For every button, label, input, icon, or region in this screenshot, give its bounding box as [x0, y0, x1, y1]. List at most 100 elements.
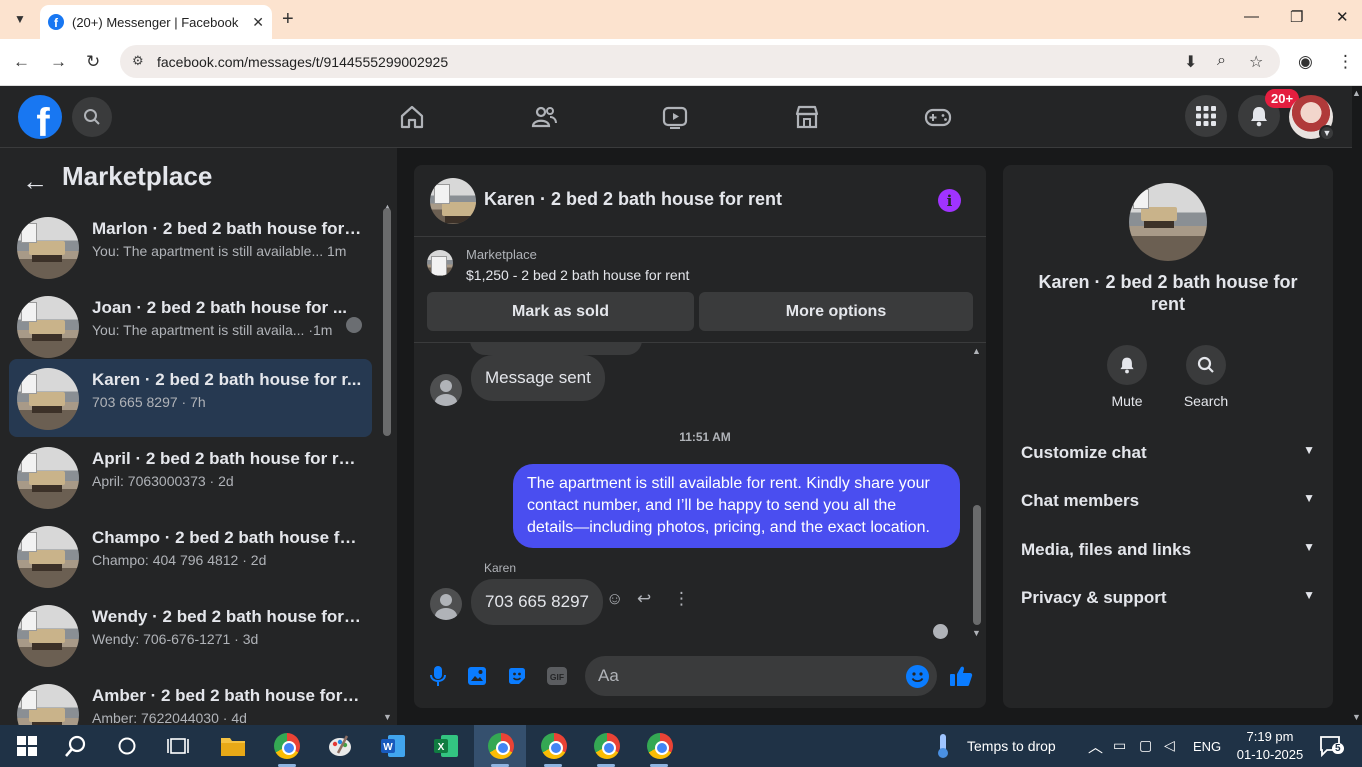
emoji-icon[interactable]: [906, 665, 929, 688]
sender-name: Karen: [484, 561, 517, 575]
reload-icon[interactable]: ↻: [86, 52, 100, 72]
clock-time[interactable]: 7:19 pm: [1240, 729, 1300, 744]
back-arrow-icon[interactable]: ←: [13, 52, 30, 72]
word-icon[interactable]: W: [378, 731, 408, 761]
input-language[interactable]: ENG: [1193, 739, 1221, 754]
site-settings-icon[interactable]: ⚙: [132, 53, 144, 69]
chrome-profile-4-icon[interactable]: [645, 731, 675, 761]
tab-close-icon[interactable]: ✕: [252, 14, 264, 31]
more-actions-icon[interactable]: ⋮: [673, 589, 690, 609]
file-explorer-icon[interactable]: [218, 731, 248, 761]
profile-icon[interactable]: ◉: [1298, 52, 1313, 72]
customize-chat-row[interactable]: Customize chat ▼: [1021, 443, 1315, 473]
conversation-item-wendy[interactable]: Wendy · 2 bed 2 bath house for ... Wendy…: [9, 596, 372, 674]
address-bar[interactable]: ⚙ facebook.com/messages/t/91445552990029…: [120, 45, 1280, 78]
paint-app-icon[interactable]: [325, 731, 355, 761]
friends-icon[interactable]: [529, 102, 559, 132]
excel-icon[interactable]: X: [431, 731, 461, 761]
scroll-up-arrow-icon[interactable]: ▲: [972, 346, 981, 356]
reply-icon[interactable]: ↩: [637, 589, 651, 609]
chrome-menu-icon[interactable]: ⋮: [1337, 52, 1354, 72]
sticker-icon[interactable]: [505, 664, 529, 688]
conversation-item-marlon[interactable]: Marlon · 2 bed 2 bath house for ... You:…: [9, 208, 372, 286]
account-chevron-icon[interactable]: ▼: [1319, 125, 1335, 141]
chat-list-scrollbar[interactable]: [383, 208, 391, 436]
conversation-item-april[interactable]: April · 2 bed 2 bath house for rent Apri…: [9, 438, 372, 516]
forward-arrow-icon[interactable]: →: [50, 52, 67, 72]
chat-members-row[interactable]: Chat members ▼: [1021, 491, 1315, 521]
search-icon[interactable]: [1186, 345, 1226, 385]
fb-search-icon[interactable]: [72, 97, 112, 137]
window-close-icon[interactable]: ✕: [1336, 8, 1349, 26]
install-app-icon[interactable]: ⬇: [1184, 52, 1197, 72]
karen-avatar[interactable]: [430, 374, 462, 406]
tab-search-chevron-icon[interactable]: ▼: [6, 6, 34, 32]
menu-grid-icon[interactable]: [1185, 95, 1227, 137]
message-composer[interactable]: [585, 656, 937, 696]
bookmark-star-icon[interactable]: ☆: [1249, 52, 1263, 72]
video-icon[interactable]: [660, 102, 690, 132]
marketplace-icon[interactable]: [792, 102, 822, 132]
react-emoji-icon[interactable]: ☺: [606, 589, 623, 609]
taskbar-search-icon[interactable]: [61, 731, 91, 761]
listing-price[interactable]: $1,250 - 2 bed 2 bath house for rent: [466, 267, 689, 283]
new-tab-plus-icon[interactable]: +: [282, 8, 294, 31]
chrome-taskbar-icon[interactable]: [272, 731, 302, 761]
scroll-down-arrow-icon[interactable]: ▼: [383, 712, 392, 722]
scroll-down-arrow-icon[interactable]: ▼: [972, 628, 981, 638]
mute-bell-icon[interactable]: [1107, 345, 1147, 385]
battery-icon[interactable]: ▭: [1113, 737, 1126, 754]
privacy-support-row[interactable]: Privacy & support ▼: [1021, 588, 1315, 618]
media-files-links-row[interactable]: Media, files and links ▼: [1021, 540, 1315, 570]
zoom-icon[interactable]: ⌕: [1217, 52, 1226, 70]
mark-as-sold-button[interactable]: Mark as sold: [427, 292, 694, 331]
network-icon[interactable]: ▢: [1139, 737, 1152, 754]
account-avatar[interactable]: ▼: [1289, 95, 1335, 141]
page-scroll-down-icon[interactable]: ▼: [1352, 712, 1361, 722]
karen-avatar[interactable]: [430, 588, 462, 620]
conversation-item-joan[interactable]: Joan · 2 bed 2 bath house for ... You: T…: [9, 287, 372, 365]
chat-list-title: Marketplace: [62, 161, 213, 191]
listing-thumbnail: [17, 447, 79, 509]
minimize-icon[interactable]: —: [1244, 8, 1259, 25]
gif-icon[interactable]: GIF: [545, 664, 569, 688]
chrome-profile-3-icon[interactable]: [592, 731, 622, 761]
volume-icon[interactable]: ◁: [1164, 737, 1175, 754]
attach-image-icon[interactable]: [465, 664, 489, 688]
gaming-icon[interactable]: [923, 102, 953, 132]
conversation-item-amber[interactable]: Amber · 2 bed 2 bath house for r... Ambe…: [9, 675, 372, 725]
back-arrow-icon[interactable]: ←: [22, 166, 48, 197]
page-scroll-up-icon[interactable]: ▲: [1352, 88, 1361, 98]
task-view-icon[interactable]: [163, 731, 193, 761]
browser-tab[interactable]: f (20+) Messenger | Facebook ✕: [40, 5, 272, 39]
chrome-profile-1-icon[interactable]: [486, 731, 516, 761]
clock-date[interactable]: 01-10-2025: [1230, 747, 1310, 762]
chat-listing-thumbnail[interactable]: [430, 178, 476, 224]
url-text[interactable]: facebook.com/messages/t/9144555299002925: [157, 54, 448, 70]
windows-start-icon[interactable]: [12, 731, 42, 761]
weather-text[interactable]: Temps to drop: [967, 738, 1056, 754]
thermometer-icon[interactable]: [928, 731, 958, 761]
conversation-item-karen[interactable]: Karen · 2 bed 2 bath house for r... 703 …: [9, 359, 372, 437]
info-icon[interactable]: i: [938, 189, 961, 212]
chevron-down-icon: ▼: [1303, 443, 1315, 457]
conversation-item-champo[interactable]: Champo · 2 bed 2 bath house fo... Champo…: [9, 517, 372, 595]
chrome-profile-2-icon[interactable]: [539, 731, 569, 761]
mute-button[interactable]: Mute: [1097, 345, 1157, 409]
chrome-logo-icon: [274, 733, 300, 759]
message-scrollbar[interactable]: [973, 505, 981, 625]
conversation-snippet: Amber: 7622044030 · 4d: [92, 710, 247, 725]
home-icon[interactable]: [397, 102, 427, 132]
chrome-logo-icon: [647, 733, 673, 759]
cortana-icon[interactable]: [112, 731, 142, 761]
maximize-icon[interactable]: ❐: [1290, 8, 1303, 26]
facebook-logo-icon[interactable]: f: [18, 95, 62, 139]
thumbs-up-icon[interactable]: [949, 664, 973, 688]
search-in-chat-button[interactable]: Search: [1176, 345, 1236, 409]
chat-title[interactable]: Karen · 2 bed 2 bath house for rent: [484, 189, 782, 210]
more-options-button[interactable]: More options: [699, 292, 973, 331]
marketplace-listing-thumbnail[interactable]: [427, 250, 453, 276]
tray-overflow-chevron-icon[interactable]: ︿: [1088, 736, 1103, 757]
microphone-icon[interactable]: [426, 664, 450, 688]
message-input[interactable]: [598, 665, 888, 687]
